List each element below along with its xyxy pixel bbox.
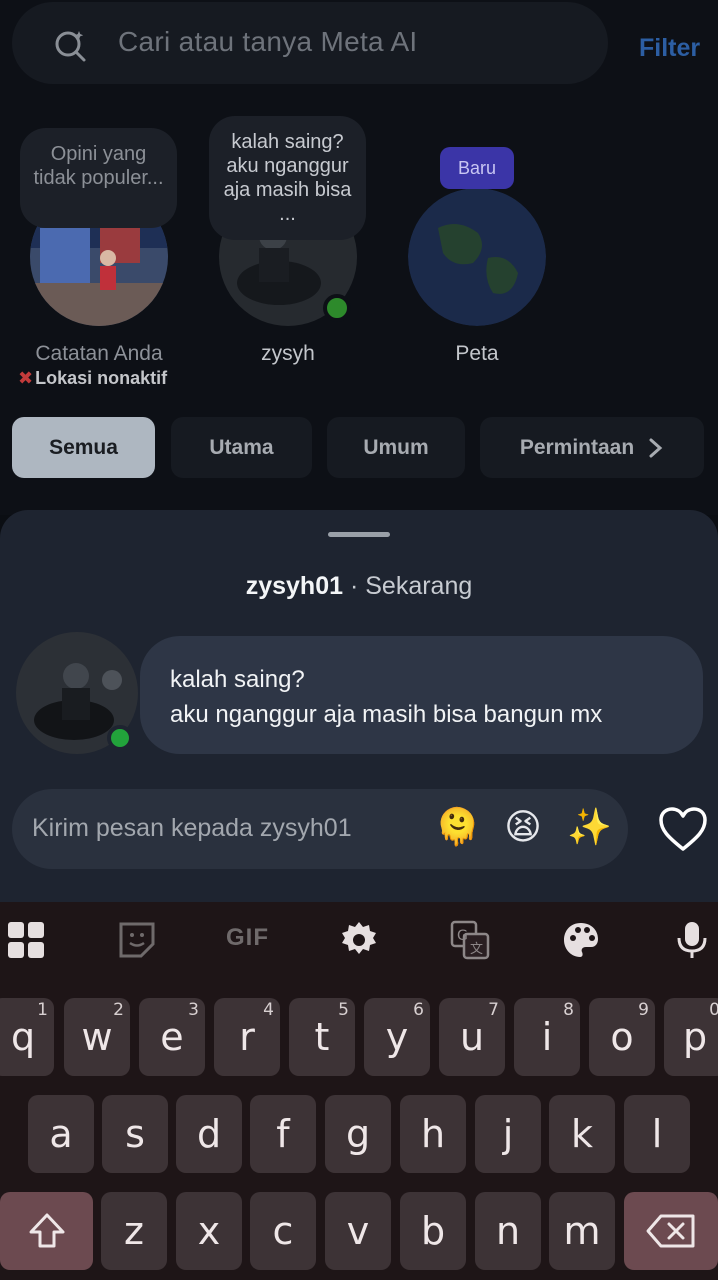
story-name: zysyh bbox=[261, 342, 315, 365]
sheet-header: zysyh01 · Sekarang bbox=[0, 572, 718, 601]
note-bubble: Opini yang tidak populer... bbox=[20, 128, 177, 228]
tab-permintaan[interactable]: Permintaan bbox=[480, 417, 704, 478]
key-x[interactable]: x bbox=[176, 1192, 242, 1270]
online-indicator bbox=[107, 725, 133, 751]
key-g[interactable]: g bbox=[325, 1095, 391, 1173]
key-y[interactable]: y6 bbox=[364, 998, 430, 1076]
username[interactable]: zysyh01 bbox=[246, 572, 343, 600]
svg-text:文: 文 bbox=[470, 942, 483, 957]
tab-label: Permintaan bbox=[519, 435, 635, 459]
key-t[interactable]: t5 bbox=[289, 998, 355, 1076]
new-badge: Baru bbox=[440, 147, 514, 189]
heart-icon[interactable] bbox=[658, 806, 708, 852]
key-a[interactable]: a bbox=[28, 1095, 94, 1173]
tab-utama[interactable]: Utama bbox=[171, 417, 312, 478]
tab-umum[interactable]: Umum bbox=[327, 417, 465, 478]
sticker-icon[interactable] bbox=[117, 920, 157, 960]
globe-icon bbox=[408, 188, 546, 326]
translate-icon[interactable]: G 文 bbox=[450, 920, 490, 960]
key-w[interactable]: w2 bbox=[64, 998, 130, 1076]
settings-icon[interactable] bbox=[339, 920, 379, 960]
key-o[interactable]: o9 bbox=[589, 998, 655, 1076]
key-k[interactable]: k bbox=[549, 1095, 615, 1173]
tab-label: Utama bbox=[209, 435, 274, 459]
svg-text:G: G bbox=[457, 928, 468, 944]
inbox-background: Cari atau tanya Meta AI Filter Opini yan… bbox=[0, 0, 718, 515]
composer-placeholder: Kirim pesan kepada zysyh01 bbox=[32, 814, 352, 842]
key-u[interactable]: u7 bbox=[439, 998, 505, 1076]
key-l[interactable]: l bbox=[624, 1095, 690, 1173]
timestamp: Sekarang bbox=[365, 572, 473, 600]
tab-label: Semua bbox=[49, 435, 118, 459]
meta-ai-search-icon bbox=[55, 31, 86, 62]
search-bar[interactable]: Cari atau tanya Meta AI bbox=[12, 2, 608, 84]
location-status: ✖ Lokasi nonaktif bbox=[18, 368, 167, 389]
message-line: aku nganggur aja masih bisa bangun mx bbox=[170, 701, 603, 728]
filter-button[interactable]: Filter bbox=[639, 34, 700, 63]
location-off-icon: ✖ bbox=[18, 368, 34, 388]
note-text: kalah saing? aku nganggur aja masih bisa… bbox=[223, 131, 352, 225]
key-b[interactable]: b bbox=[400, 1192, 466, 1270]
key-r[interactable]: r4 bbox=[214, 998, 280, 1076]
drag-handle[interactable] bbox=[328, 532, 390, 537]
backspace-icon bbox=[646, 1214, 695, 1248]
key-p[interactable]: p0 bbox=[664, 998, 718, 1076]
key-v[interactable]: v bbox=[325, 1192, 391, 1270]
shift-icon bbox=[29, 1213, 64, 1248]
story-name: Peta bbox=[455, 342, 499, 365]
online-indicator bbox=[323, 294, 351, 322]
palette-icon[interactable] bbox=[561, 920, 601, 960]
key-e[interactable]: e3 bbox=[139, 998, 205, 1076]
mic-icon[interactable] bbox=[672, 920, 712, 960]
backspace-key[interactable] bbox=[624, 1192, 718, 1270]
chevron-right-icon bbox=[649, 438, 663, 457]
key-z[interactable]: z bbox=[101, 1192, 167, 1270]
melting-face-emoji-button[interactable]: 🫠 bbox=[435, 806, 480, 850]
tab-semua[interactable]: Semua bbox=[12, 417, 155, 478]
on-screen-keyboard: GIF G 文 q1 w2 e3 r4 t5 y6 u7 i8 o9 p0 a … bbox=[0, 902, 718, 1280]
location-status-text: Lokasi nonaktif bbox=[35, 368, 168, 388]
key-d[interactable]: d bbox=[176, 1095, 242, 1173]
key-s[interactable]: s bbox=[102, 1095, 168, 1173]
search-placeholder: Cari atau tanya Meta AI bbox=[118, 26, 418, 57]
key-j[interactable]: j bbox=[475, 1095, 541, 1173]
key-f[interactable]: f bbox=[250, 1095, 316, 1173]
gif-button[interactable]: GIF bbox=[226, 924, 269, 952]
key-q[interactable]: q1 bbox=[0, 998, 54, 1076]
tab-label: Umum bbox=[363, 435, 429, 459]
key-c[interactable]: c bbox=[250, 1192, 316, 1270]
message-composer[interactable]: Kirim pesan kepada zysyh01 🫠 😫 ✨ bbox=[12, 789, 628, 869]
separator-dot: · bbox=[349, 572, 366, 600]
key-i[interactable]: i8 bbox=[514, 998, 580, 1076]
message-line: kalah saing? bbox=[170, 666, 305, 693]
shift-key[interactable] bbox=[0, 1192, 93, 1270]
note-bubble: kalah saing? aku nganggur aja masih bisa… bbox=[209, 116, 366, 240]
apps-icon[interactable] bbox=[6, 920, 46, 960]
story-name: Catatan Anda bbox=[35, 342, 163, 365]
key-m[interactable]: m bbox=[549, 1192, 615, 1270]
note-text: Opini yang tidak populer... bbox=[33, 143, 164, 189]
key-n[interactable]: n bbox=[475, 1192, 541, 1270]
map-globe bbox=[408, 188, 546, 326]
note-reply-sheet: zysyh01 · Sekarang kalah saing? aku ngan… bbox=[0, 510, 718, 902]
tired-face-emoji-button[interactable]: 😫 bbox=[501, 806, 545, 850]
key-h[interactable]: h bbox=[400, 1095, 466, 1173]
note-message-bubble: kalah saing? aku nganggur aja masih bisa… bbox=[140, 636, 703, 754]
sparkles-emoji-button[interactable]: ✨ bbox=[567, 806, 612, 850]
